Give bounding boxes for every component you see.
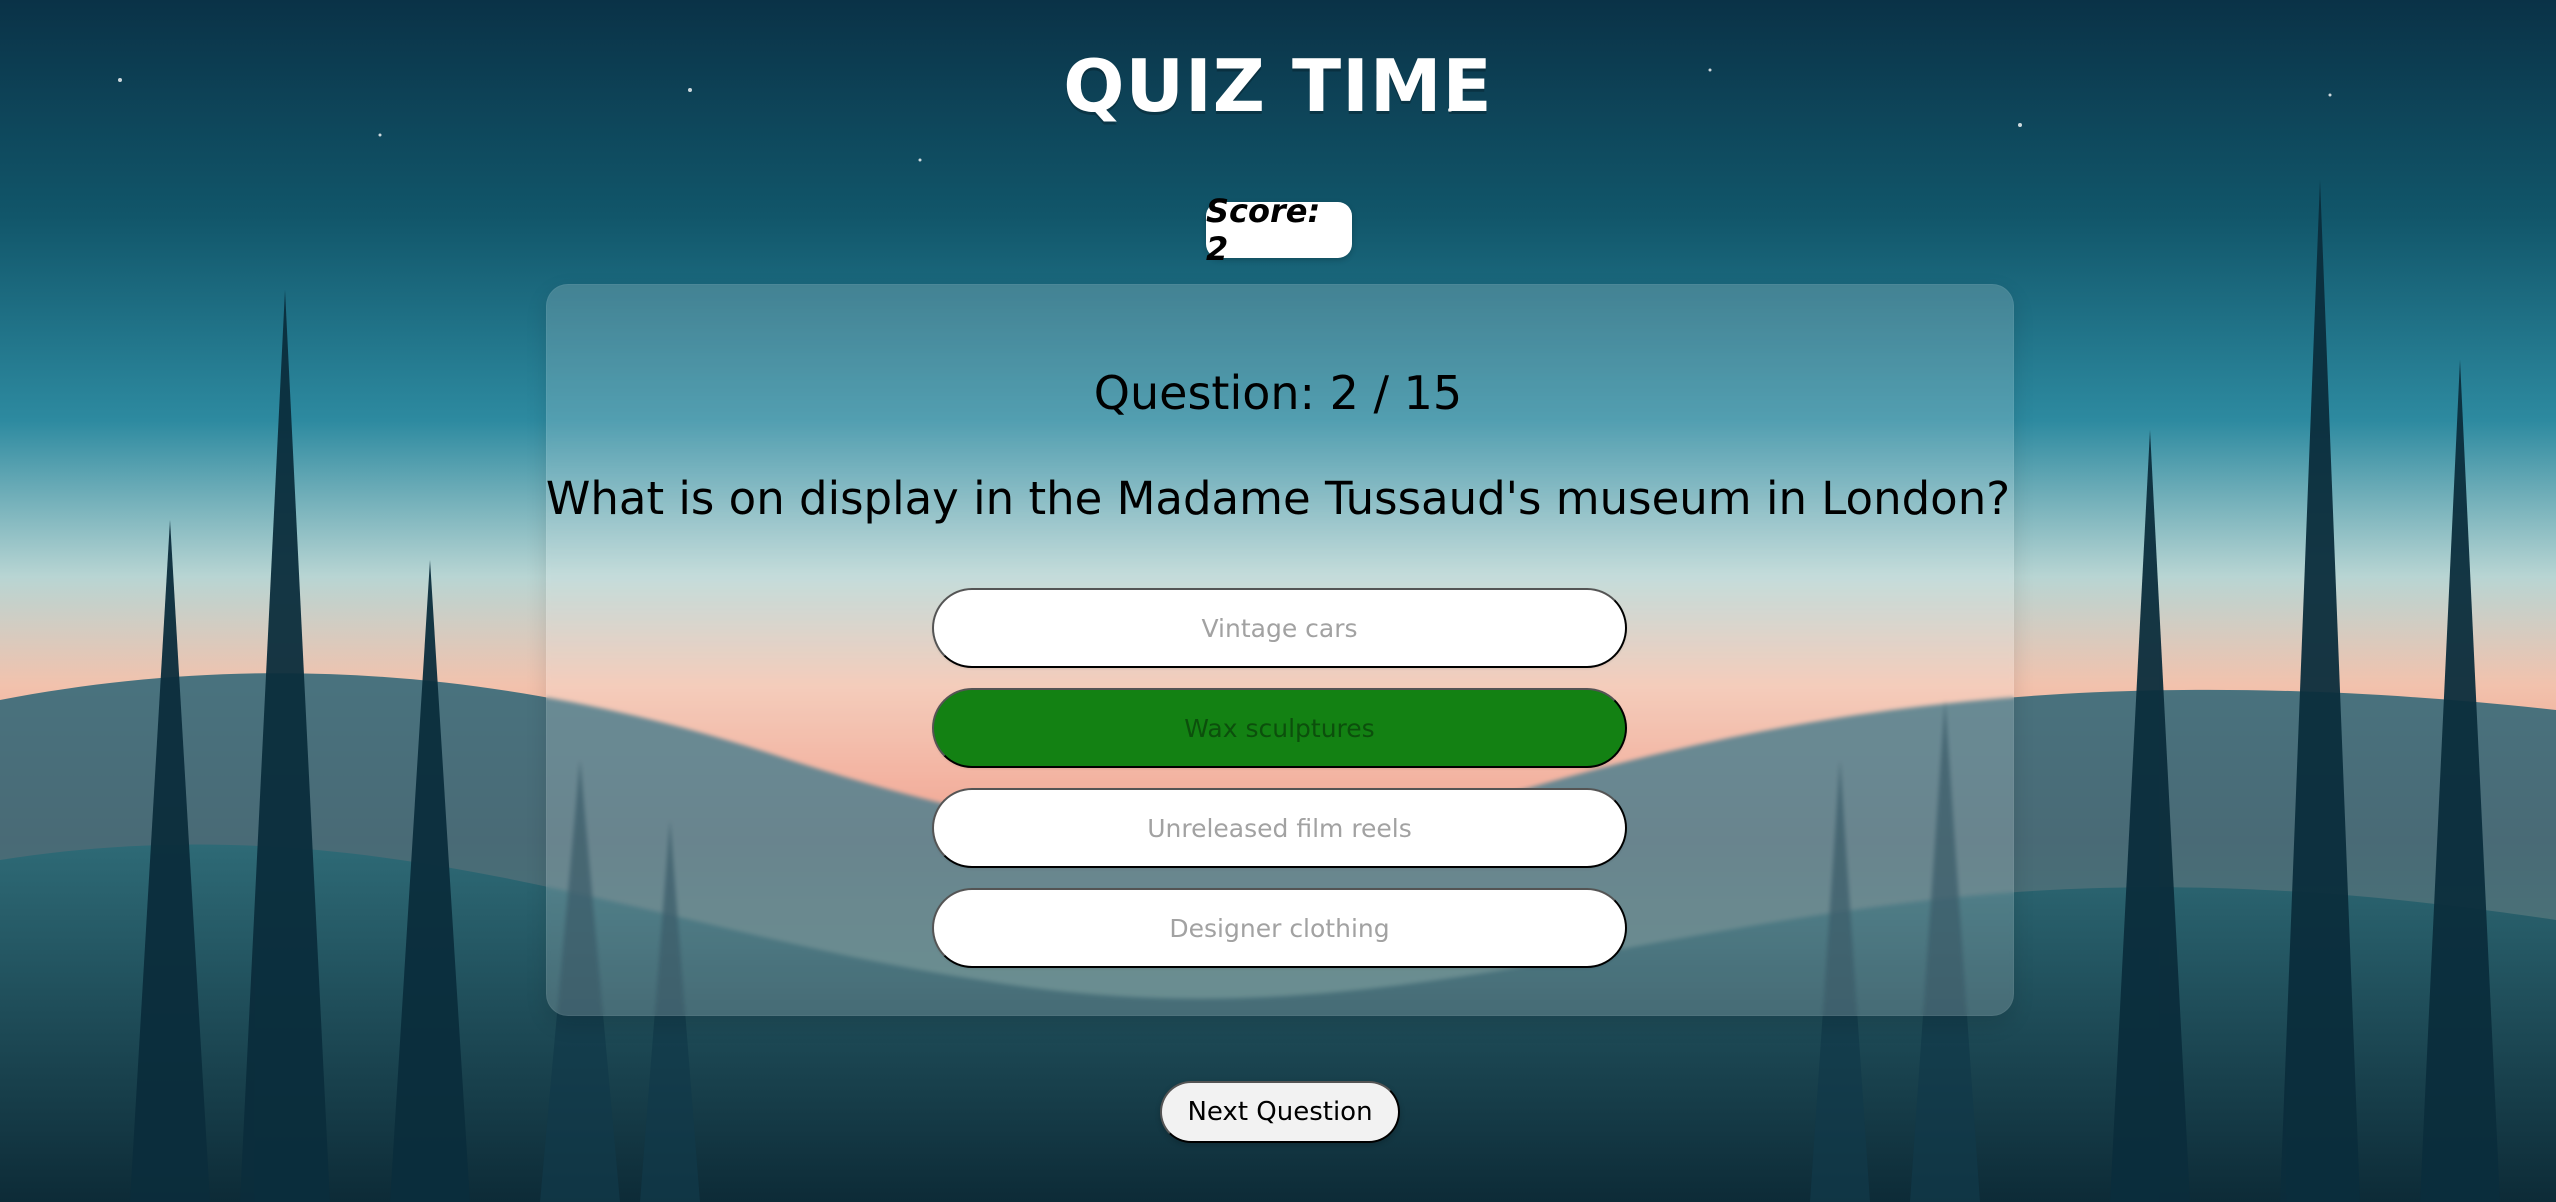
answer-option-4[interactable]: Designer clothing — [932, 888, 1627, 968]
question-counter: Question: 2 / 15 — [1093, 366, 1463, 420]
score-badge: Score: 2 — [1206, 192, 1352, 268]
answer-option-1[interactable]: Vintage cars — [932, 588, 1627, 668]
question-text: What is on display in the Madame Tussaud… — [545, 472, 2011, 525]
quiz-title: QUIZ TIME — [1063, 44, 1493, 128]
answer-option-3[interactable]: Unreleased film reels — [932, 788, 1627, 868]
answer-option-2-correct[interactable]: Wax sculptures — [932, 688, 1627, 768]
next-question-button[interactable]: Next Question — [1160, 1081, 1400, 1143]
